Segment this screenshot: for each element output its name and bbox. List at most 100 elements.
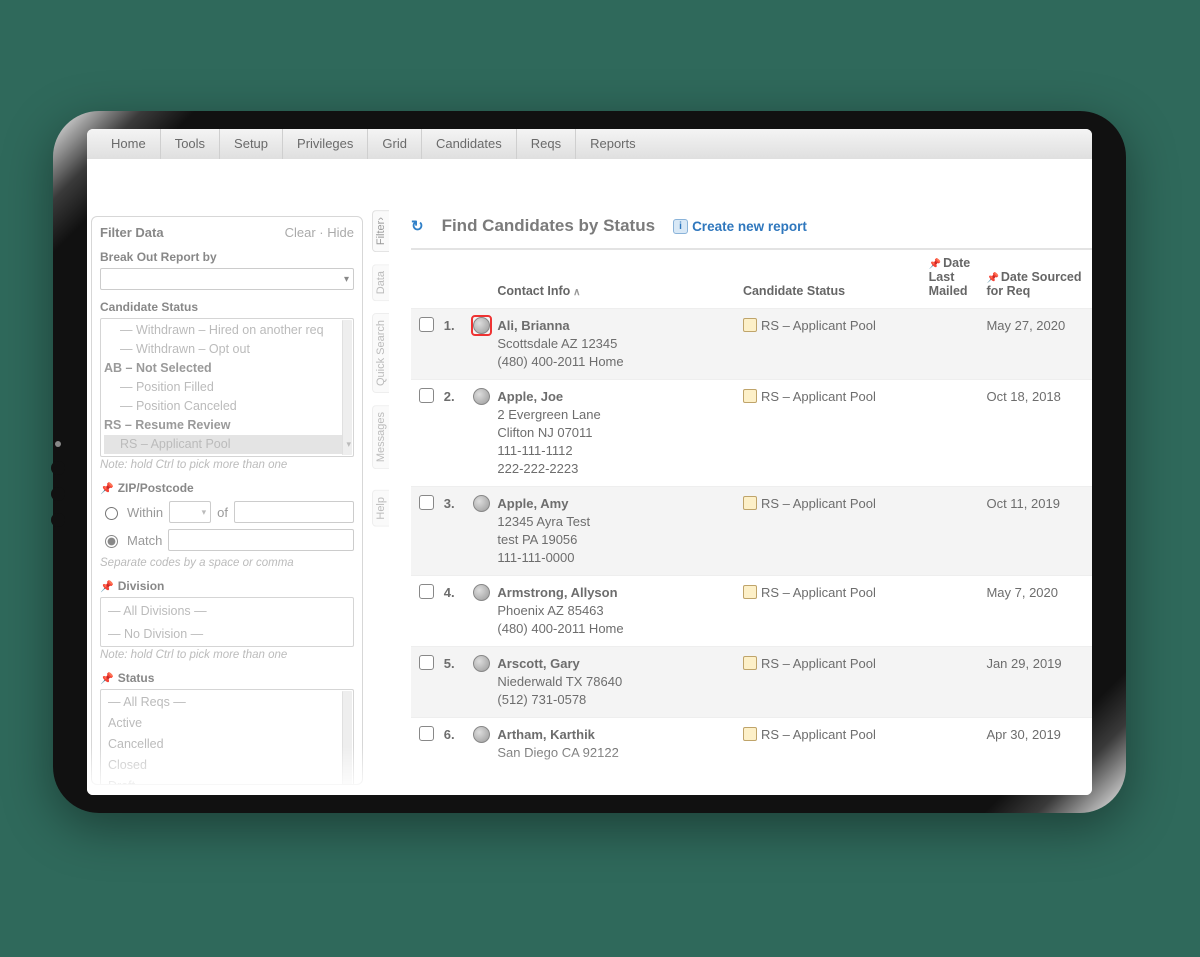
- status-option[interactable]: AB – Not Selected: [104, 359, 350, 378]
- refresh-icon[interactable]: ↻: [411, 217, 424, 235]
- side-tabs: Filter› Data Quick Search Messages Help: [369, 160, 391, 795]
- menu-setup[interactable]: Setup: [220, 129, 283, 159]
- gear-icon: [473, 495, 490, 512]
- row-number: 1.: [436, 309, 465, 380]
- row-mailed: [921, 380, 979, 487]
- status-option[interactable]: RS – Applicant Pool: [104, 435, 350, 454]
- reqstatus-option[interactable]: Closed: [104, 755, 350, 776]
- reqstatus-option[interactable]: — All Reqs —: [104, 692, 350, 713]
- candidate-status-list[interactable]: — Withdrawn – Hired on another req— With…: [100, 318, 354, 457]
- row-number: 4.: [436, 576, 465, 647]
- menu-reqs[interactable]: Reqs: [517, 129, 576, 159]
- row-status: RS – Applicant Pool: [761, 656, 876, 671]
- col-mailed[interactable]: 📌Date Last Mailed: [921, 250, 979, 309]
- side-tab-help[interactable]: Help: [372, 490, 389, 527]
- candidate-name[interactable]: Apple, Joe: [497, 389, 563, 404]
- row-sourced: Jan 29, 2019: [978, 647, 1092, 718]
- filter-clear-link[interactable]: Clear: [285, 225, 316, 240]
- match-radio[interactable]: [105, 535, 118, 548]
- row-checkbox[interactable]: [419, 655, 434, 670]
- gear-icon: [473, 584, 490, 601]
- row-mailed: [921, 576, 979, 647]
- row-checkbox[interactable]: [419, 388, 434, 403]
- row-sourced: Apr 30, 2019: [978, 718, 1092, 771]
- table-row: 6.Artham, KarthikSan Diego CA 92122RS – …: [411, 718, 1092, 771]
- breakout-select[interactable]: [100, 268, 354, 290]
- candidate-name[interactable]: Ali, Brianna: [497, 318, 569, 333]
- status-option[interactable]: — Withdrawn – Hired on another req: [104, 321, 350, 340]
- within-radio[interactable]: [105, 507, 118, 520]
- breakout-label: Break Out Report by: [100, 250, 354, 264]
- division-option[interactable]: — No Division —: [104, 623, 350, 646]
- reqstatus-option[interactable]: Active: [104, 713, 350, 734]
- menu-candidates[interactable]: Candidates: [422, 129, 517, 159]
- menu-grid[interactable]: Grid: [368, 129, 422, 159]
- status-option[interactable]: — Withdrawn – Opt out: [104, 340, 350, 359]
- within-input[interactable]: [234, 501, 354, 523]
- status-icon: [743, 496, 757, 510]
- candidate-name[interactable]: Artham, Karthik: [497, 727, 595, 742]
- reqstatus-option[interactable]: Draft: [104, 776, 350, 785]
- table-row: 2.Apple, Joe2 Evergreen LaneClifton NJ 0…: [411, 380, 1092, 487]
- status-option[interactable]: RS – Resume Review: [104, 416, 350, 435]
- candidate-detail: 12345 Ayra Test: [497, 514, 590, 529]
- side-tab-messages[interactable]: Messages: [372, 405, 389, 469]
- row-actions[interactable]: [473, 500, 490, 515]
- row-number: 3.: [436, 487, 465, 576]
- menu-tools[interactable]: Tools: [161, 129, 220, 159]
- status-option[interactable]: — Position Filled: [104, 378, 350, 397]
- row-checkbox[interactable]: [419, 726, 434, 741]
- col-contact[interactable]: Contact Info: [489, 250, 735, 309]
- row-actions[interactable]: [473, 393, 490, 408]
- menu-privileges[interactable]: Privileges: [283, 129, 368, 159]
- page-title: Find Candidates by Status: [442, 216, 655, 236]
- match-input[interactable]: [168, 529, 354, 551]
- status-icon: [743, 389, 757, 403]
- status-icon: [743, 727, 757, 741]
- reqstatus-option[interactable]: Cancelled: [104, 734, 350, 755]
- within-select[interactable]: [169, 501, 211, 523]
- col-status[interactable]: Candidate Status: [735, 250, 921, 309]
- division-list[interactable]: — All Divisions —— No Division —: [100, 597, 354, 647]
- row-actions[interactable]: [473, 660, 490, 675]
- division-option[interactable]: — All Divisions —: [104, 600, 350, 623]
- row-checkbox[interactable]: [419, 317, 434, 332]
- candidate-name[interactable]: Apple, Amy: [497, 496, 568, 511]
- scrollbar[interactable]: [342, 691, 352, 785]
- of-label: of: [217, 505, 228, 520]
- candidate-name[interactable]: Armstrong, Allyson: [497, 585, 617, 600]
- col-sourced[interactable]: 📌Date Sourced for Req: [978, 250, 1092, 309]
- table-row: 5.Arscott, GaryNiederwald TX 78640(512) …: [411, 647, 1092, 718]
- create-report-link[interactable]: i Create new report: [673, 219, 807, 234]
- filter-hide-link[interactable]: Hide: [327, 225, 354, 240]
- within-label: Within: [127, 505, 163, 520]
- ctrl-note: Note: hold Ctrl to pick more than one: [100, 459, 354, 471]
- candidate-name[interactable]: Arscott, Gary: [497, 656, 579, 671]
- side-tab-filter-[interactable]: Filter›: [372, 210, 389, 252]
- gear-icon: [473, 655, 490, 672]
- table-row: 1.Ali, BriannaScottsdale AZ 12345(480) 4…: [411, 309, 1092, 380]
- row-number: 6.: [436, 718, 465, 771]
- status-list[interactable]: — All Reqs —ActiveCancelledClosedDraft: [100, 689, 354, 785]
- status-option[interactable]: — Position Canceled: [104, 397, 350, 416]
- status-label: 📌Status: [100, 671, 354, 685]
- division-label: 📌Division: [100, 579, 354, 593]
- candidate-detail: 111-111-1112: [497, 443, 572, 458]
- pin-icon: 📌: [100, 483, 114, 495]
- row-checkbox[interactable]: [419, 584, 434, 599]
- candidate-detail: Niederwald TX 78640: [497, 674, 622, 689]
- table-row: 3.Apple, Amy12345 Ayra Testtest PA 19056…: [411, 487, 1092, 576]
- filter-title: Filter Data: [100, 225, 164, 240]
- menu-reports[interactable]: Reports: [576, 129, 650, 159]
- side-tab-quick-search[interactable]: Quick Search: [372, 313, 389, 393]
- row-status: RS – Applicant Pool: [761, 318, 876, 333]
- table-row: 4.Armstrong, AllysonPhoenix AZ 85463(480…: [411, 576, 1092, 647]
- row-actions[interactable]: [473, 731, 490, 746]
- row-checkbox[interactable]: [419, 495, 434, 510]
- side-tab-data[interactable]: Data: [372, 264, 389, 301]
- candidate-detail: 2 Evergreen Lane: [497, 407, 600, 422]
- candidate-detail: (480) 400-2011 Home: [497, 621, 623, 636]
- menu-home[interactable]: Home: [97, 129, 161, 159]
- row-actions[interactable]: [473, 589, 490, 604]
- row-actions[interactable]: [473, 317, 490, 334]
